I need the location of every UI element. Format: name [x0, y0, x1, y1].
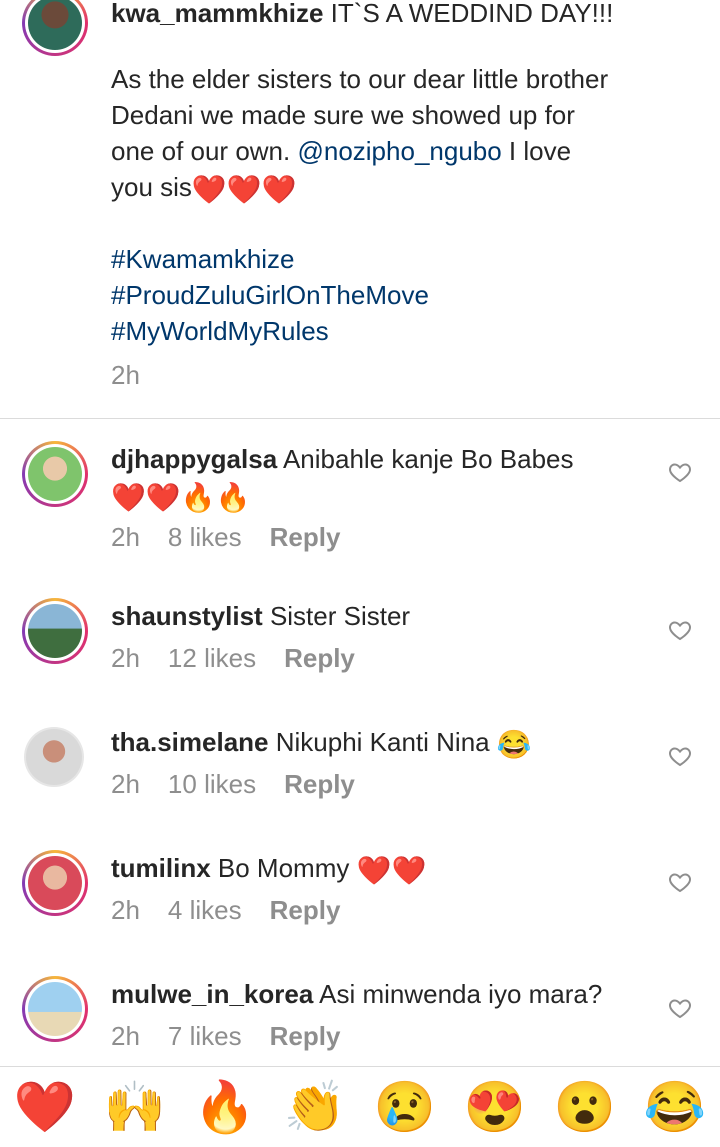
comment-body: djhappygalsa Anibahle kanje Bo Babes ❤️❤…: [111, 441, 671, 513]
comment-username[interactable]: tumilinx: [111, 853, 211, 883]
reply-button[interactable]: Reply: [270, 522, 341, 552]
clapping-hands-icon[interactable]: 👏: [284, 1082, 346, 1132]
caption-line-3: one of our own.: [111, 136, 298, 166]
reply-button[interactable]: Reply: [284, 769, 355, 799]
comment-text: Nikuphi Kanti Nina: [268, 727, 497, 757]
red-heart-icon[interactable]: ❤️: [14, 1082, 76, 1132]
comment-username[interactable]: mulwe_in_korea: [111, 979, 313, 1009]
crying-face-icon[interactable]: 😢: [374, 1082, 436, 1132]
comment-likes[interactable]: 10 likes: [168, 769, 256, 799]
comment-text: Sister Sister: [262, 601, 411, 631]
reply-button[interactable]: Reply: [270, 1021, 341, 1051]
comment-time: 2h: [111, 895, 140, 925]
comment-likes[interactable]: 7 likes: [168, 1021, 242, 1051]
comment-emojis: 😂: [496, 729, 532, 760]
caption-line-1: As the elder sisters to our dear little …: [111, 64, 609, 94]
comment-time: 2h: [111, 1021, 140, 1051]
comment-text: Asi minwenda iyo mara?: [313, 979, 603, 1009]
hashtag-link[interactable]: #MyWorldMyRules: [111, 313, 701, 349]
comment-likes[interactable]: 4 likes: [168, 895, 242, 925]
hashtag-link[interactable]: #Kwamamkhize: [111, 241, 701, 277]
comment-time: 2h: [111, 769, 140, 799]
comment-avatar[interactable]: [22, 850, 88, 916]
comment-emojis: ❤️❤️🔥🔥: [111, 482, 251, 513]
comment-body: tumilinx Bo Mommy ❤️❤️: [111, 850, 671, 886]
post-caption: kwa_mammkhize IT`S A WEDDIND DAY!!! As t…: [111, 0, 701, 393]
post-time: 2h: [111, 360, 140, 390]
post-author-avatar[interactable]: [22, 0, 88, 56]
comment-likes[interactable]: 12 likes: [168, 643, 256, 673]
heart-outline-icon[interactable]: [668, 618, 692, 642]
comment-avatar[interactable]: [22, 441, 88, 507]
heart-outline-icon[interactable]: [668, 744, 692, 768]
comment-avatar[interactable]: [22, 976, 88, 1042]
quick-reaction-bar: ❤️ 🙌 🔥 👏 😢 😍 😮 😂: [0, 1066, 720, 1147]
divider: [0, 418, 720, 419]
raising-hands-icon[interactable]: 🙌: [104, 1082, 166, 1132]
comment-avatar[interactable]: [22, 598, 88, 664]
comment-username[interactable]: tha.simelane: [111, 727, 269, 757]
comment-meta: 2h 10 likes Reply: [111, 769, 383, 800]
comment-text: Bo Mommy: [210, 853, 357, 883]
comment-username[interactable]: shaunstylist: [111, 601, 263, 631]
heart-outline-icon[interactable]: [668, 460, 692, 484]
comment-time: 2h: [111, 522, 140, 552]
caption-emojis: ❤️❤️❤️: [191, 174, 297, 205]
comment-emojis: ❤️❤️: [356, 855, 427, 886]
mention-link[interactable]: @nozipho_ngubo: [297, 136, 501, 166]
comment-meta: 2h 12 likes Reply: [111, 643, 383, 674]
laughing-tears-icon[interactable]: 😂: [644, 1082, 706, 1132]
comment-time: 2h: [111, 643, 140, 673]
comment-likes[interactable]: 8 likes: [168, 522, 242, 552]
comment-body: mulwe_in_korea Asi minwenda iyo mara?: [111, 976, 671, 1012]
reply-button[interactable]: Reply: [270, 895, 341, 925]
comment-text: Anibahle kanje Bo Babes: [277, 444, 574, 474]
reply-button[interactable]: Reply: [284, 643, 355, 673]
caption-title: IT`S A WEDDIND DAY!!!: [323, 0, 614, 28]
comment-meta: 2h 4 likes Reply: [111, 895, 368, 926]
comment-avatar[interactable]: [24, 727, 84, 787]
post-author-username[interactable]: kwa_mammkhize: [111, 0, 323, 28]
caption-line-2: Dedani we made sure we showed up for: [111, 100, 575, 130]
comment-meta: 2h 8 likes Reply: [111, 522, 368, 553]
heart-eyes-icon[interactable]: 😍: [464, 1082, 526, 1132]
comment-body: shaunstylist Sister Sister: [111, 598, 671, 634]
hashtag-link[interactable]: #ProudZuluGirlOnTheMove: [111, 277, 701, 313]
comment-body: tha.simelane Nikuphi Kanti Nina 😂: [111, 724, 671, 760]
comment-username[interactable]: djhappygalsa: [111, 444, 277, 474]
caption-line-4: you sis: [111, 172, 192, 202]
surprised-face-icon[interactable]: 😮: [554, 1082, 616, 1132]
fire-icon[interactable]: 🔥: [194, 1082, 256, 1132]
heart-outline-icon[interactable]: [668, 870, 692, 894]
heart-outline-icon[interactable]: [668, 996, 692, 1020]
caption-line-3-end: I love: [501, 136, 572, 166]
comment-meta: 2h 7 likes Reply: [111, 1021, 368, 1052]
